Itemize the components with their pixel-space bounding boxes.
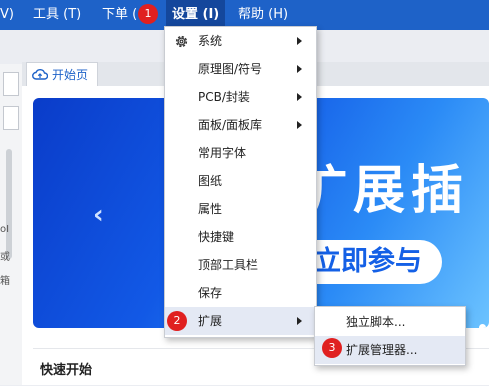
menu-item-schematic-symbol[interactable]: 原理图/符号 <box>165 55 316 83</box>
left-panel-box-2[interactable] <box>3 106 19 130</box>
menu-order[interactable]: 下单 ( <box>102 0 137 30</box>
left-panel-scrollbar[interactable] <box>6 149 12 259</box>
step-badge-3: 3 <box>322 338 342 358</box>
triangle-right-icon <box>297 121 302 129</box>
menu-item-label: 扩展 <box>198 314 223 328</box>
menu-tools[interactable]: 工具 (T) <box>33 0 81 30</box>
step-badge-1: 1 <box>138 4 158 24</box>
menu-item-extensions[interactable]: 扩展 <box>165 307 316 335</box>
menu-item-label: 系统 <box>198 34 223 48</box>
left-panel-text-3: 箱 <box>0 276 10 287</box>
settings-dropdown: 系统 原理图/符号 PCB/封装 面板/面板库 常用字体 图纸 属性 快捷键 顶… <box>164 26 317 338</box>
banner-dot[interactable] <box>479 324 486 328</box>
menu-item-label: 图纸 <box>198 174 223 188</box>
triangle-right-icon <box>297 65 302 73</box>
menu-item-label: 顶部工具栏 <box>198 258 259 272</box>
menu-item-panel-library[interactable]: 面板/面板库 <box>165 111 316 139</box>
menu-item-pcb-footprint[interactable]: PCB/封装 <box>165 83 316 111</box>
left-panel: oI 或 箱 <box>0 64 23 385</box>
left-panel-box-1[interactable] <box>3 72 19 96</box>
tab-start-page-label: 开始页 <box>52 68 89 82</box>
menu-item-label: 快捷键 <box>198 230 235 244</box>
triangle-right-icon <box>297 93 302 101</box>
menu-item-properties[interactable]: 属性 <box>165 195 316 223</box>
extensions-submenu: 独立脚本... 扩展管理器... <box>314 306 466 366</box>
triangle-right-icon <box>297 317 302 325</box>
menu-item-label: 常用字体 <box>198 146 247 160</box>
menu-item-shortcuts[interactable]: 快捷键 <box>165 223 316 251</box>
left-panel-text-1: oI <box>0 224 10 235</box>
menu-item-drawing-sheet[interactable]: 图纸 <box>165 167 316 195</box>
menu-item-label: PCB/封装 <box>198 90 250 104</box>
menu-item-label: 面板/面板库 <box>198 118 263 132</box>
triangle-right-icon <box>297 37 302 45</box>
quick-start-title: 快速开始 <box>40 363 93 378</box>
cloud-icon <box>32 68 49 84</box>
submenu-item-standalone-script[interactable]: 独立脚本... <box>315 308 465 336</box>
left-panel-text-2: 或 <box>0 252 10 263</box>
menu-item-label: 保存 <box>198 286 223 300</box>
menu-item-common-fonts[interactable]: 常用字体 <box>165 139 316 167</box>
menu-item-system[interactable]: 系统 <box>165 27 316 55</box>
menu-item-label: 属性 <box>198 202 223 216</box>
submenu-item-label: 扩展管理器... <box>346 343 418 357</box>
submenu-item-label: 独立脚本... <box>346 315 406 329</box>
step-badge-2: 2 <box>167 311 187 331</box>
menu-view-partial[interactable]: V) <box>0 0 14 30</box>
menu-item-save[interactable]: 保存 <box>165 279 316 307</box>
menu-item-top-toolbar[interactable]: 顶部工具栏 <box>165 251 316 279</box>
banner-prev-icon[interactable]: ‹ <box>93 200 104 230</box>
banner-headline: 扩展插 <box>295 161 470 221</box>
gear-icon <box>174 34 189 52</box>
tab-start-page[interactable]: 开始页 <box>26 62 98 87</box>
menu-item-label: 原理图/符号 <box>198 62 263 76</box>
